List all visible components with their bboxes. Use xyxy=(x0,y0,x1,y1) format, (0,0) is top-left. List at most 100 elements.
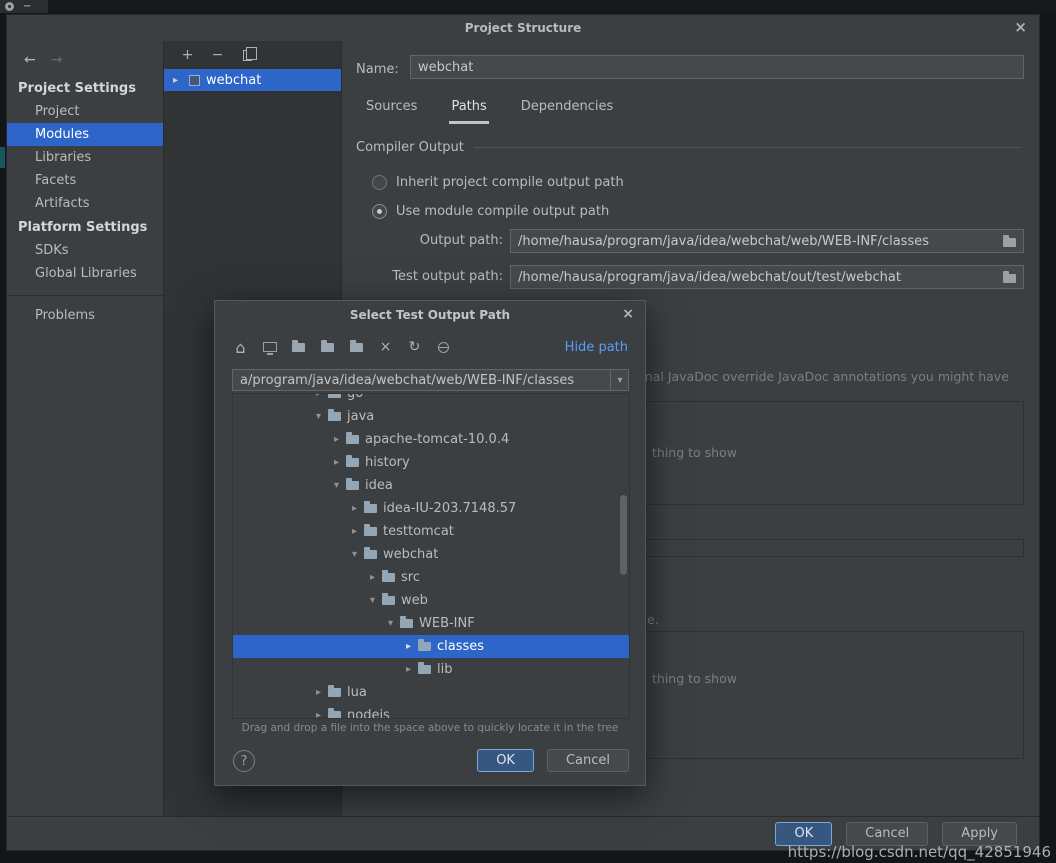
project-folder-icon[interactable] xyxy=(348,339,365,356)
chevron-right-icon[interactable]: ▸ xyxy=(402,664,415,675)
modules-toolbar: + − xyxy=(164,41,341,69)
remove-icon[interactable]: − xyxy=(209,47,226,64)
sentence-fragment: e. xyxy=(647,612,659,627)
folder-icon xyxy=(364,527,377,536)
radio-module-row[interactable]: Use module compile output path xyxy=(372,202,609,220)
dialog-ok-button[interactable]: OK xyxy=(477,749,534,772)
chevron-right-icon[interactable]: ▸ xyxy=(402,641,415,652)
tree-row[interactable]: ▾WEB-INF xyxy=(233,612,629,635)
sidebar-item-project[interactable]: Project xyxy=(7,100,163,123)
chevron-right-icon[interactable]: ▸ xyxy=(312,687,325,698)
tab-dependencies[interactable]: Dependencies xyxy=(519,94,616,124)
sidebar-item-problems[interactable]: Problems xyxy=(7,304,163,327)
path-input[interactable] xyxy=(232,369,629,391)
tree-row[interactable]: ▸history xyxy=(233,451,629,474)
chevron-right-icon[interactable]: ▸ xyxy=(330,457,343,468)
tree-scrollbar[interactable] xyxy=(619,395,628,717)
delete-icon[interactable]: × xyxy=(377,339,394,356)
help-button[interactable]: ? xyxy=(233,750,255,772)
tab-paths[interactable]: Paths xyxy=(449,94,488,124)
tree-row[interactable]: ▸lib xyxy=(233,658,629,681)
chevron-down-icon[interactable]: ▾ xyxy=(348,549,361,560)
tree-row[interactable]: ▾ idea xyxy=(233,474,629,497)
minimize-icon[interactable]: − xyxy=(23,2,31,12)
desktop-icon[interactable] xyxy=(261,339,278,356)
tree-item-label: webchat xyxy=(383,547,438,562)
name-label: Name: xyxy=(356,62,399,77)
folder-icon xyxy=(364,550,377,559)
select-test-output-path-dialog: Select Test Output Path × ⌂ × ↻ Hide pat… xyxy=(214,300,646,786)
sidebar-item-artifacts[interactable]: Artifacts xyxy=(7,192,163,215)
refresh-icon[interactable]: ↻ xyxy=(406,339,423,356)
tree-row[interactable]: ▸nodejs xyxy=(233,704,629,719)
tree-item-label: go xyxy=(347,393,363,401)
sidebar-item-modules[interactable]: Modules xyxy=(7,123,163,146)
tree-item-label: lua xyxy=(347,685,367,700)
output-path-input[interactable] xyxy=(510,229,1024,253)
hide-path-link[interactable]: Hide path xyxy=(565,340,628,355)
apply-button[interactable]: Apply xyxy=(942,822,1017,846)
locate-folder-icon[interactable] xyxy=(319,339,336,356)
ok-button[interactable]: OK xyxy=(775,822,832,846)
tree-row[interactable]: ▾ webchat xyxy=(233,543,629,566)
dialog-cancel-button[interactable]: Cancel xyxy=(547,749,629,772)
home-icon[interactable]: ⌂ xyxy=(232,339,249,356)
tab-sources[interactable]: Sources xyxy=(364,94,419,124)
add-icon[interactable]: + xyxy=(179,47,196,64)
dialog-close-icon[interactable]: × xyxy=(622,306,634,322)
gear-icon[interactable] xyxy=(5,2,14,11)
sidebar-item-sdks[interactable]: SDKs xyxy=(7,239,163,262)
copy-icon[interactable] xyxy=(239,47,256,64)
tree-row[interactable]: ▸ classes xyxy=(233,635,629,658)
chevron-down-icon[interactable]: ▾ xyxy=(312,411,325,422)
chevron-down-icon[interactable]: ▾ xyxy=(384,618,397,629)
chevron-right-icon[interactable]: ▸ xyxy=(348,503,361,514)
chevron-down-icon[interactable]: ▾ xyxy=(366,595,379,606)
module-item-webchat[interactable]: ▸ webchat xyxy=(164,69,341,91)
module-label: webchat xyxy=(206,73,261,88)
tree-row[interactable]: ▾web xyxy=(233,589,629,612)
section-divider xyxy=(474,147,1021,148)
folder-icon xyxy=(346,481,359,490)
close-icon[interactable]: × xyxy=(1014,19,1027,35)
name-input[interactable] xyxy=(410,55,1024,79)
dropdown-icon[interactable]: ▾ xyxy=(610,369,629,391)
chevron-right-icon[interactable]: ▸ xyxy=(312,393,325,399)
new-folder-icon[interactable] xyxy=(290,339,307,356)
cancel-button[interactable]: Cancel xyxy=(846,822,928,846)
forward-icon: → xyxy=(51,52,63,68)
module-icon xyxy=(189,75,200,86)
browse-test-folder-icon[interactable] xyxy=(1003,274,1016,283)
nothing-to-show-fragment: thing to show xyxy=(652,671,737,686)
scrollbar-thumb[interactable] xyxy=(620,495,627,575)
radio-module-icon[interactable] xyxy=(372,204,387,219)
chevron-down-icon[interactable]: ▾ xyxy=(330,480,343,491)
show-hidden-icon[interactable] xyxy=(435,339,452,356)
tree-row[interactable]: ▾java xyxy=(233,405,629,428)
tree-row[interactable]: ▸apache-tomcat-10.0.4 xyxy=(233,428,629,451)
dialog-titlebar: Select Test Output Path × xyxy=(215,301,645,329)
tree-item-label: idea xyxy=(365,478,393,493)
radio-inherit-icon[interactable] xyxy=(372,175,387,190)
back-icon[interactable]: ← xyxy=(24,52,36,68)
radio-inherit-row[interactable]: Inherit project compile output path xyxy=(372,173,624,191)
tree-item-label: classes xyxy=(437,639,484,654)
test-output-path-input[interactable] xyxy=(510,265,1024,289)
tree-row[interactable]: ▸ go xyxy=(233,393,629,405)
chevron-right-icon[interactable]: ▸ xyxy=(330,434,343,445)
folder-icon xyxy=(400,619,413,628)
tree-row[interactable]: ▸src xyxy=(233,566,629,589)
folder-shape xyxy=(321,343,334,352)
tree-row[interactable]: ▸ lua xyxy=(233,681,629,704)
chevron-right-icon[interactable]: ▸ xyxy=(366,572,379,583)
sidebar-item-facets[interactable]: Facets xyxy=(7,169,163,192)
tree-row[interactable]: ▸testtomcat xyxy=(233,520,629,543)
chevron-right-icon[interactable]: ▸ xyxy=(312,710,325,719)
sidebar-item-global-libraries[interactable]: Global Libraries xyxy=(7,262,163,285)
sidebar-item-libraries[interactable]: Libraries xyxy=(7,146,163,169)
browse-output-folder-icon[interactable] xyxy=(1003,238,1016,247)
chevron-right-icon[interactable]: ▸ xyxy=(348,526,361,537)
editor-tabs: Sources Paths Dependencies xyxy=(364,94,615,124)
chevron-right-icon[interactable]: ▸ xyxy=(173,75,183,86)
tree-row[interactable]: ▸idea-IU-203.7148.57 xyxy=(233,497,629,520)
